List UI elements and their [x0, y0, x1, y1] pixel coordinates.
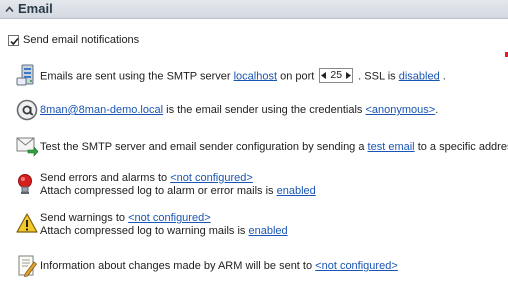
smtp-prefix: Emails are sent using the SMTP server [40, 70, 231, 83]
section-header[interactable]: Email [0, 0, 508, 19]
arrow-right-icon [346, 72, 352, 79]
changes-prefix: Information about changes made by ARM wi… [40, 260, 313, 272]
arrow-left-icon [321, 72, 327, 79]
changes-recipient-link[interactable]: <not configured> [315, 260, 398, 272]
errors-attach-log-link[interactable]: enabled [277, 185, 316, 197]
errors-recipient-link[interactable]: <not configured> [170, 172, 253, 184]
port-decrement-button[interactable] [320, 69, 327, 82]
test-prefix: Test the SMTP server and email sender co… [40, 141, 365, 153]
chevron-up-icon[interactable] [5, 5, 14, 14]
credentials-link[interactable]: <anonymous> [365, 104, 435, 116]
test-email-link[interactable]: test email [368, 141, 415, 153]
sender-middle: is the email sender using the credential… [166, 104, 363, 116]
warning-icon [16, 213, 38, 233]
send-notifications-label: Send email notifications [23, 34, 140, 46]
warnings-attach-log-link[interactable]: enabled [249, 225, 288, 237]
send-notifications-row[interactable]: Send email notifications [8, 33, 139, 47]
alarm-icon [18, 174, 32, 194]
port-value[interactable]: 25 [327, 69, 345, 82]
checkmark-icon [10, 37, 19, 45]
smtp-server-link[interactable]: localhost [234, 70, 277, 82]
smtp-port-label: on port [280, 70, 315, 83]
sender-address-link[interactable]: 8man@8man-demo.local [40, 104, 163, 116]
section-title: Email [18, 1, 53, 16]
document-pen-icon [18, 255, 37, 277]
warnings-line1-prefix: Send warnings to [40, 212, 125, 224]
port-stepper[interactable]: 25 [319, 68, 354, 83]
ssl-toggle-link[interactable]: disabled [399, 70, 440, 82]
at-sign-icon [16, 99, 38, 121]
send-notifications-checkbox[interactable] [8, 34, 19, 46]
smtp-suffix: . [442, 70, 446, 83]
warnings-line2-prefix: Attach compressed log to warning mails i… [40, 225, 246, 237]
test-suffix: to a specific address. [417, 141, 508, 153]
server-icon [16, 64, 34, 86]
port-increment-button[interactable] [345, 69, 352, 82]
warnings-recipient-link[interactable]: <not configured> [128, 212, 211, 224]
send-mail-icon [16, 137, 38, 157]
sender-suffix: . [435, 104, 439, 116]
smtp-ssl-label: . SSL is [358, 70, 396, 83]
errors-line2-prefix: Attach compressed log to alarm or error … [40, 185, 274, 197]
errors-line1-prefix: Send errors and alarms to [40, 172, 168, 184]
